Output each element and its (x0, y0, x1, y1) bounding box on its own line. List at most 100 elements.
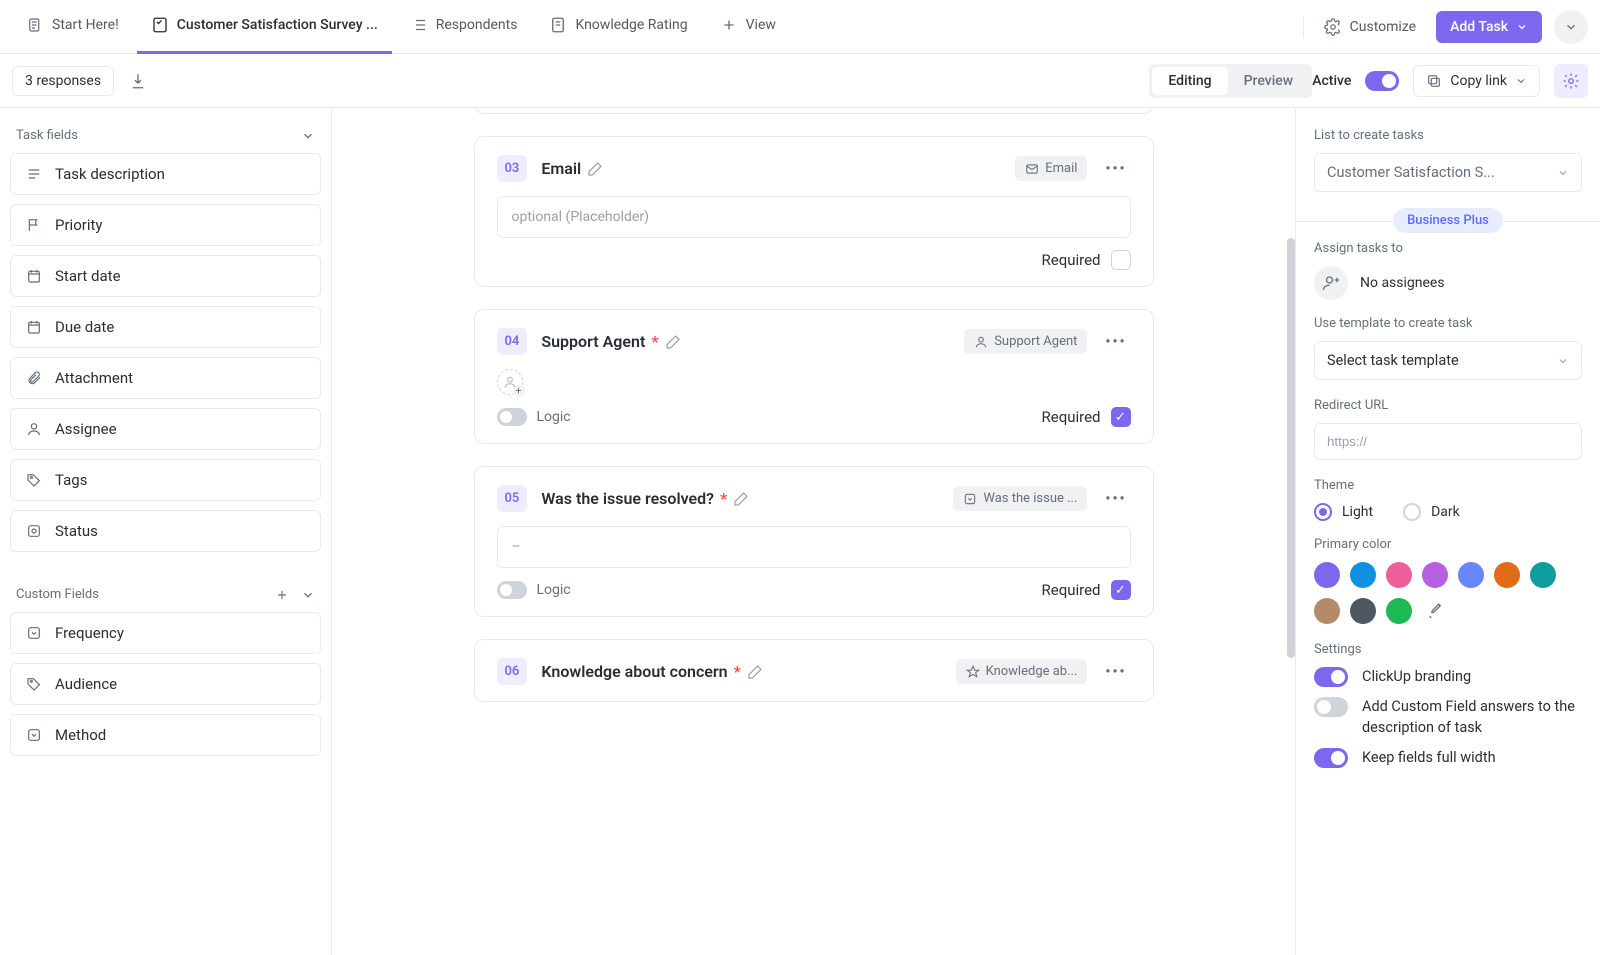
color-swatch[interactable] (1350, 562, 1376, 588)
full-width-label: Keep fields full width (1362, 748, 1582, 768)
edit-icon[interactable] (747, 664, 763, 680)
edit-icon[interactable] (733, 491, 749, 507)
theme-label: Theme (1314, 478, 1582, 493)
more-icon[interactable]: ••• (1101, 157, 1130, 181)
download-button[interactable] (122, 65, 154, 97)
person-icon (25, 420, 43, 438)
field-type-pill[interactable]: Email (1015, 156, 1087, 181)
chip-label: Status (55, 522, 98, 540)
required-checkbox[interactable]: ✓ (1111, 407, 1131, 427)
divider (1303, 16, 1304, 38)
field-type-pill[interactable]: Knowledge ab... (956, 659, 1088, 684)
branding-toggle[interactable] (1314, 667, 1348, 687)
add-cf-desc-toggle[interactable] (1314, 697, 1348, 717)
custom-frequency[interactable]: Frequency (10, 612, 321, 654)
question-card-email[interactable]: 03 Email Email ••• optional (Placeholder… (474, 136, 1154, 287)
color-swatch[interactable] (1530, 562, 1556, 588)
required-label: Required (1042, 581, 1101, 599)
option-placeholder[interactable]: – (497, 526, 1131, 568)
template-select[interactable]: Select task template (1314, 341, 1582, 380)
setting-branding: ClickUp branding (1314, 667, 1582, 687)
logic-toggle[interactable] (497, 408, 527, 426)
mode-editing[interactable]: Editing (1152, 67, 1227, 95)
more-icon[interactable]: ••• (1101, 330, 1130, 354)
question-number: 05 (497, 485, 528, 512)
pill-label: Support Agent (994, 334, 1077, 349)
tab-customer-survey[interactable]: Customer Satisfaction Survey ... (137, 0, 392, 54)
full-width-toggle[interactable] (1314, 748, 1348, 768)
field-tags[interactable]: Tags (10, 459, 321, 501)
list-label: List to create tasks (1314, 128, 1582, 143)
form-builder-canvas[interactable]: Required 03 Email Email (332, 108, 1295, 955)
required-star: * (651, 332, 658, 351)
gear-icon (1562, 72, 1580, 90)
question-title: Email (541, 159, 581, 178)
field-priority[interactable]: Priority (10, 204, 321, 246)
redirect-url-input[interactable] (1314, 423, 1582, 460)
field-attachment[interactable]: Attachment (10, 357, 321, 399)
field-type-pill[interactable]: Was the issue ... (953, 486, 1087, 511)
custom-fields-header[interactable]: Custom Fields (10, 581, 321, 612)
logic-label: Logic (537, 582, 571, 598)
tab-respondents[interactable]: Respondents (396, 0, 532, 54)
field-assignee[interactable]: Assignee (10, 408, 321, 450)
active-toggle[interactable] (1365, 71, 1399, 91)
field-due-date[interactable]: Due date (10, 306, 321, 348)
responses-label: 3 responses (25, 73, 101, 89)
question-number: 04 (497, 328, 528, 355)
color-swatch[interactable] (1458, 562, 1484, 588)
field-start-date[interactable]: Start date (10, 255, 321, 297)
overflow-button[interactable] (1554, 10, 1588, 44)
tag-icon (25, 675, 43, 693)
color-swatch[interactable] (1386, 562, 1412, 588)
more-icon[interactable]: ••• (1101, 487, 1130, 511)
assignee-picker[interactable]: + (497, 369, 523, 395)
question-number: 03 (497, 155, 528, 182)
logic-toggle[interactable] (497, 581, 527, 599)
theme-dark[interactable]: Dark (1403, 503, 1460, 521)
chip-label: Start date (55, 267, 121, 285)
mode-preview[interactable]: Preview (1228, 67, 1310, 95)
edit-icon[interactable] (665, 334, 681, 350)
color-swatch[interactable] (1350, 598, 1376, 624)
question-card-issue-resolved[interactable]: 05 Was the issue resolved? * Was the iss… (474, 466, 1154, 617)
color-swatch[interactable] (1494, 562, 1520, 588)
color-picker-icon[interactable] (1422, 598, 1448, 624)
placeholder-input[interactable]: optional (Placeholder) (497, 196, 1131, 238)
add-assignee-icon[interactable] (1314, 266, 1348, 300)
color-swatch[interactable] (1386, 598, 1412, 624)
add-view-button[interactable]: View (706, 0, 790, 54)
task-fields-label: Task fields (16, 128, 78, 143)
customize-button[interactable]: Customize (1316, 12, 1424, 42)
calendar-icon (25, 318, 43, 336)
add-task-button[interactable]: Add Task (1436, 11, 1542, 43)
more-icon[interactable]: ••• (1101, 660, 1130, 684)
scrollbar[interactable] (1287, 238, 1295, 658)
color-swatch[interactable] (1314, 562, 1340, 588)
field-type-pill[interactable]: Support Agent (964, 329, 1087, 354)
color-swatch[interactable] (1422, 562, 1448, 588)
assignees-row[interactable]: No assignees (1314, 266, 1582, 300)
task-fields-header[interactable]: Task fields (10, 122, 321, 153)
paperclip-icon (25, 369, 43, 387)
field-status[interactable]: Status (10, 510, 321, 552)
question-card-support-agent[interactable]: 04 Support Agent * Support Agent ••• + (474, 309, 1154, 444)
custom-audience[interactable]: Audience (10, 663, 321, 705)
custom-method[interactable]: Method (10, 714, 321, 756)
field-task-description[interactable]: Task description (10, 153, 321, 195)
plus-icon[interactable] (275, 588, 289, 602)
list-select[interactable]: Customer Satisfaction S... (1314, 153, 1582, 192)
color-swatch[interactable] (1314, 598, 1340, 624)
theme-light[interactable]: Light (1314, 503, 1373, 521)
edit-icon[interactable] (587, 161, 603, 177)
copy-link-button[interactable]: Copy link (1413, 65, 1540, 97)
required-checkbox[interactable] (1111, 250, 1131, 270)
radio-icon (1314, 503, 1332, 521)
chevron-down-icon[interactable] (301, 588, 315, 602)
question-card-knowledge[interactable]: 06 Knowledge about concern * Knowledge a… (474, 639, 1154, 702)
tab-knowledge-rating[interactable]: Knowledge Rating (535, 0, 701, 54)
required-checkbox[interactable]: ✓ (1111, 580, 1131, 600)
form-settings-button[interactable] (1554, 64, 1588, 98)
responses-count[interactable]: 3 responses (12, 66, 114, 96)
tab-start-here[interactable]: Start Here! (12, 0, 133, 54)
